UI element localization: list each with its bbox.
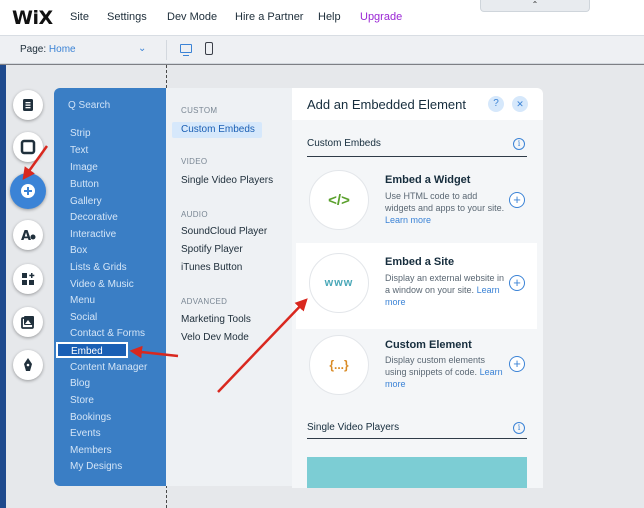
category-embed[interactable]: Embed xyxy=(56,342,128,358)
page-name: Home xyxy=(48,44,76,55)
rail-add-button[interactable] xyxy=(10,173,46,209)
mobile-icon[interactable] xyxy=(205,42,213,55)
subcategory-velo-dev-mode[interactable]: Velo Dev Mode xyxy=(181,332,249,343)
www-icon[interactable]: www xyxy=(309,253,369,313)
rail-app-market-button[interactable] xyxy=(13,264,43,294)
page-bar: Page: Home ⌄ xyxy=(0,36,644,64)
item-desc-embed-widget: Use HTML code to add widgets and apps to… xyxy=(385,190,507,226)
rail-media-button[interactable] xyxy=(13,307,43,337)
video-player-preview[interactable] xyxy=(307,457,527,488)
app-market-icon xyxy=(22,273,35,285)
add-embed-widget-button[interactable]: + xyxy=(509,192,525,208)
svg-text:A: A xyxy=(21,229,31,243)
category-video-music[interactable]: Video & Music xyxy=(70,279,134,290)
background-icon xyxy=(20,139,36,155)
info-icon[interactable]: i xyxy=(513,422,525,434)
top-bar: WiX Site Settings Dev Mode Hire a Partne… xyxy=(0,0,644,36)
divider xyxy=(166,40,167,60)
category-content-manager[interactable]: Content Manager xyxy=(70,362,147,373)
category-box[interactable]: Box xyxy=(70,245,87,256)
design-icon: A xyxy=(21,229,36,243)
subheading-video: VIDEO xyxy=(181,157,208,166)
category-search-input[interactable]: Q Search xyxy=(68,100,110,111)
item-desc-text: Use HTML code to add widgets and apps to… xyxy=(385,191,505,213)
menu-hire-a-partner[interactable]: Hire a Partner xyxy=(235,11,303,23)
blog-icon xyxy=(24,358,32,371)
rail-background-button[interactable] xyxy=(13,132,43,162)
section-title-custom-embeds: Custom Embeds xyxy=(307,138,381,149)
item-desc-embed-site: Display an external website in a window … xyxy=(385,272,507,308)
subcategory-soundcloud-player[interactable]: SoundCloud Player xyxy=(181,226,267,237)
desktop-icon[interactable] xyxy=(180,44,192,56)
item-desc-custom-element: Display custom elements using snippets o… xyxy=(385,354,507,390)
category-interactive[interactable]: Interactive xyxy=(70,229,116,240)
item-title-embed-site: Embed a Site xyxy=(385,256,455,268)
category-text[interactable]: Text xyxy=(70,145,88,156)
add-icon xyxy=(21,184,35,198)
category-contact-forms[interactable]: Contact & Forms xyxy=(70,328,145,339)
pages-icon xyxy=(23,99,33,111)
subcategory-marketing-tools[interactable]: Marketing Tools xyxy=(181,314,251,325)
code-icon[interactable]: </> xyxy=(309,170,369,230)
category-decorative[interactable]: Decorative xyxy=(70,212,118,223)
info-icon[interactable]: i xyxy=(513,138,525,150)
add-custom-element-button[interactable]: + xyxy=(509,356,525,372)
section-divider xyxy=(307,438,527,439)
close-icon[interactable]: ✕ xyxy=(512,96,528,112)
section-title-single-video-players: Single Video Players xyxy=(307,422,400,433)
add-embed-site-button[interactable]: + xyxy=(509,275,525,291)
item-title-embed-widget: Embed a Widget xyxy=(385,174,471,186)
category-bookings[interactable]: Bookings xyxy=(70,412,111,423)
category-social[interactable]: Social xyxy=(70,312,97,323)
subcategory-panel xyxy=(166,88,292,486)
menu-help[interactable]: Help xyxy=(318,11,341,23)
category-my-designs[interactable]: My Designs xyxy=(70,461,122,472)
category-strip[interactable]: Strip xyxy=(70,128,91,139)
category-lists-grids[interactable]: Lists & Grids xyxy=(70,262,127,273)
subcategory-spotify-player[interactable]: Spotify Player xyxy=(181,244,243,255)
chevron-up-icon: ⌃ xyxy=(531,0,539,9)
section-divider xyxy=(307,156,527,157)
subcategory-custom-embeds[interactable]: Custom Embeds xyxy=(172,122,262,138)
rail-pages-button[interactable] xyxy=(13,90,43,120)
subheading-advanced: ADVANCED xyxy=(181,297,228,306)
category-blog[interactable]: Blog xyxy=(70,378,90,389)
subcategory-itunes-button[interactable]: iTunes Button xyxy=(181,262,242,273)
category-members[interactable]: Members xyxy=(70,445,112,456)
page-prefix: Page: xyxy=(20,44,47,55)
subcategory-single-video-players[interactable]: Single Video Players xyxy=(181,175,273,186)
category-gallery[interactable]: Gallery xyxy=(70,196,102,207)
rail-design-button[interactable]: A xyxy=(13,220,43,250)
menu-site[interactable]: Site xyxy=(70,11,89,23)
help-icon[interactable]: ? xyxy=(488,96,504,112)
category-image[interactable]: Image xyxy=(70,162,98,173)
category-events[interactable]: Events xyxy=(70,428,101,439)
rail-blog-button[interactable] xyxy=(13,350,43,380)
media-icon xyxy=(21,316,34,329)
category-button[interactable]: Button xyxy=(70,179,99,190)
curly-braces-icon[interactable]: {...} xyxy=(309,335,369,395)
subheading-custom: CUSTOM xyxy=(181,106,218,115)
category-store[interactable]: Store xyxy=(70,395,94,406)
wix-logo[interactable]: WiX xyxy=(12,7,53,29)
subheading-audio: AUDIO xyxy=(181,210,208,219)
category-menu[interactable]: Menu xyxy=(70,295,95,306)
menu-dev-mode[interactable]: Dev Mode xyxy=(167,11,217,23)
item-desc-text: Display custom elements using snippets o… xyxy=(385,355,486,377)
menu-settings[interactable]: Settings xyxy=(107,11,147,23)
item-title-custom-element: Custom Element xyxy=(385,339,472,351)
chevron-down-icon[interactable]: ⌄ xyxy=(138,43,146,54)
collapse-topbar-tab[interactable]: ⌃ xyxy=(480,0,590,12)
menu-upgrade[interactable]: Upgrade xyxy=(360,11,402,23)
canvas-edge xyxy=(0,65,6,508)
panel-title: Add an Embedded Element xyxy=(307,97,466,112)
learn-more-link[interactable]: Learn more xyxy=(385,215,431,225)
page-selector[interactable]: Page: Home xyxy=(20,44,76,55)
